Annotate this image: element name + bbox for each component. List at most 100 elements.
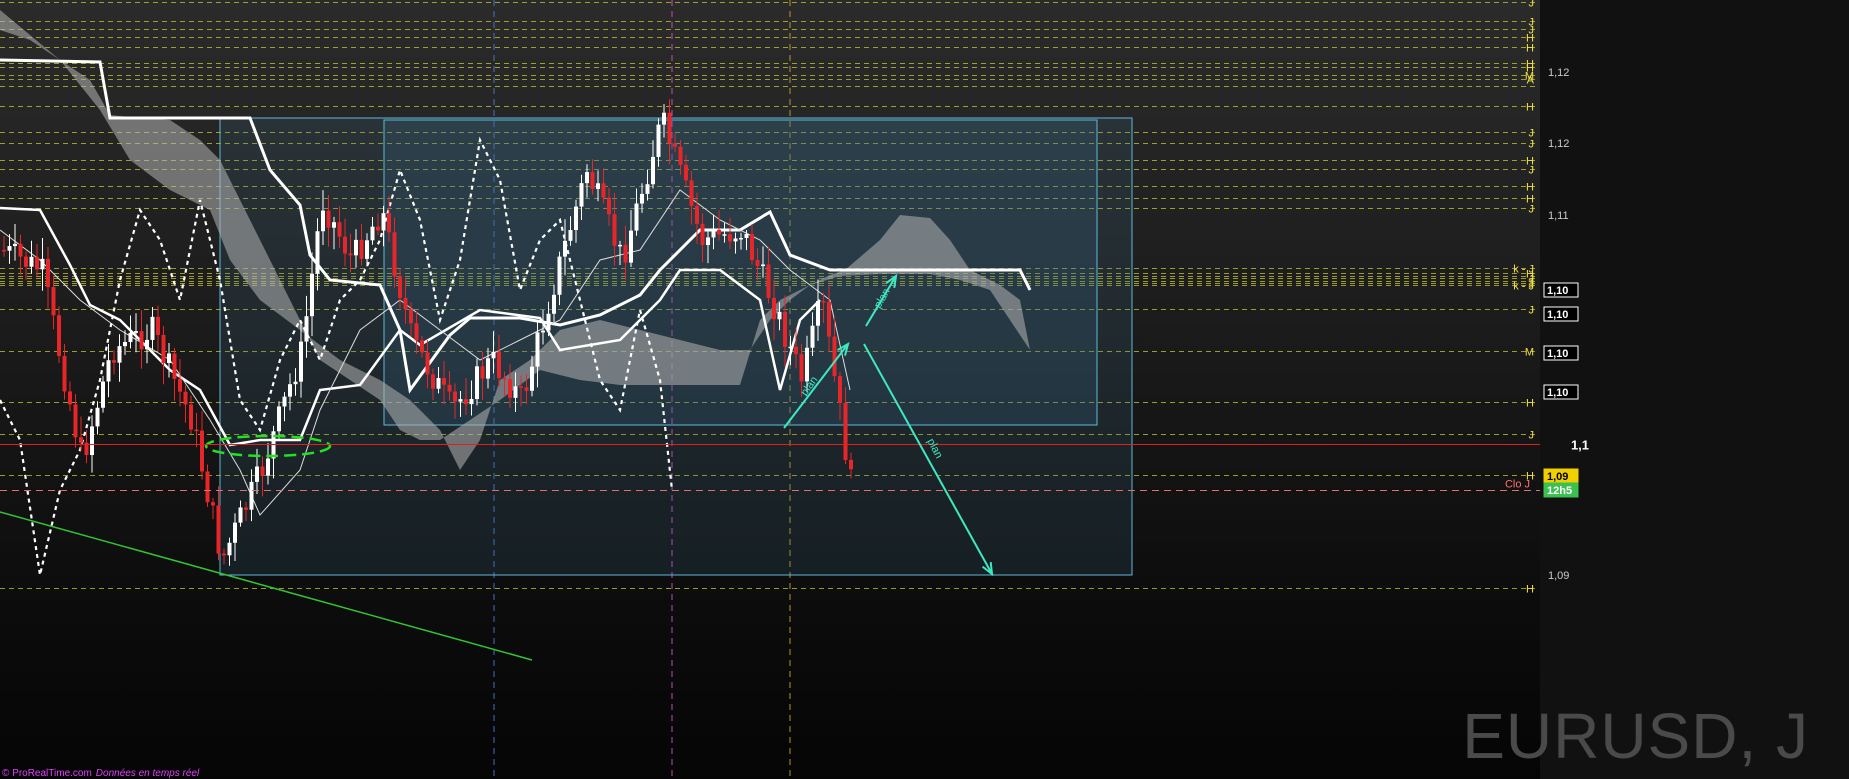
candle-body [733,238,738,242]
price-chart[interactable]: JJJHHHHMAHJJHJHHJk - JHJJJJk - JJMHJHH1,… [0,0,1849,779]
candle-body [326,210,331,228]
candle-body [442,378,446,385]
chart-window: JJJHHHHMAHJJHJHHJk - JHJJJJk - J J M H J H H 1,… [0,0,1849,779]
candle-body [194,429,199,432]
candle-body [678,146,683,165]
level-label-24: k - J [1513,281,1534,293]
candle-body [139,331,144,350]
candle-body [387,213,391,233]
close-label: Clo J [1505,479,1530,491]
level-label-8: A [1527,75,1535,87]
level-label-26: M [1525,347,1534,359]
price-axis [1540,0,1849,779]
candle-body [117,346,122,363]
candle-body [612,214,617,246]
candle-body [607,197,611,215]
candle-body [321,210,325,232]
candle-body [519,386,523,388]
brand-text[interactable]: © ProRealTime.com [2,768,92,779]
candle-body [640,193,644,204]
candle-body [590,172,595,189]
price-tag-label-0: 1,10 [1547,285,1568,297]
candle-body [304,316,309,342]
candle-body [13,243,17,247]
candle-body [7,246,12,251]
candle-body [530,366,534,391]
candle-body [491,351,496,359]
candle-body [79,437,83,443]
candle-body [849,459,853,470]
candle-body [178,378,182,392]
candle-body [288,384,292,397]
y-tick-label-1: 1,12 [1548,138,1569,150]
candle-body [222,553,226,556]
candle-body [359,239,364,259]
level-label-15: H [1526,182,1534,194]
candle-body [695,205,699,224]
candle-body [843,403,848,460]
candle-body [783,311,787,347]
candle-body [227,542,232,556]
candle-body [788,346,793,349]
candle-body [150,316,155,340]
level-label-4: H [1526,43,1534,55]
candle-body [777,311,782,320]
candle-body [392,232,397,277]
candle-body [689,180,694,206]
candle-body [244,507,248,510]
candle-body [711,229,716,238]
candle-body [211,502,215,506]
candle-body [112,360,116,363]
candle-body [106,360,111,382]
price-tag-label-3: 1,10 [1547,387,1568,399]
candle-body [354,239,358,256]
candle-body [123,342,127,347]
candle-body [365,240,369,259]
candle-body [24,256,28,267]
candle-body [277,406,281,432]
candle-body [2,250,6,252]
candle-body [73,404,78,438]
candle-body [513,386,518,398]
candle-body [183,391,188,405]
candle-body [376,226,380,231]
candle-body [18,243,23,257]
price-tag-label-5: 12h5 [1547,485,1572,497]
candle-body [189,404,193,430]
candle-body [596,183,600,189]
candle-body [403,297,408,310]
candle-body [541,330,545,333]
price-tag-label-4: 1,09 [1547,471,1568,483]
candle-body [425,352,430,375]
candle-body [145,339,149,350]
candle-body [343,236,347,254]
level-label-0: J [1529,0,1535,10]
candle-body [40,258,45,270]
candle-body [480,366,485,379]
level-label-27: H [1526,398,1534,410]
level-label-30: H [1526,584,1534,596]
candle-body [238,507,243,523]
candle-body [750,234,754,261]
candle-body [706,237,710,246]
candle-body [728,234,732,242]
candle-body [568,229,573,241]
candle-body [563,240,567,257]
candle-body [673,143,677,147]
candle-body [744,234,749,238]
candle-body [623,244,628,263]
candle-body [552,294,556,314]
candle-body [700,223,705,246]
candle-body [667,112,672,144]
candle-body [645,184,650,194]
candle-body [161,334,166,363]
y-tick-label-0: 1,12 [1548,67,1569,79]
candle-body [717,229,721,235]
candle-body [651,156,655,185]
candle-body [156,316,160,335]
candle-body [332,222,336,228]
candle-body [436,378,441,389]
candle-body [337,222,342,237]
level-label-10: H [1526,102,1534,114]
candle-body [260,466,265,476]
